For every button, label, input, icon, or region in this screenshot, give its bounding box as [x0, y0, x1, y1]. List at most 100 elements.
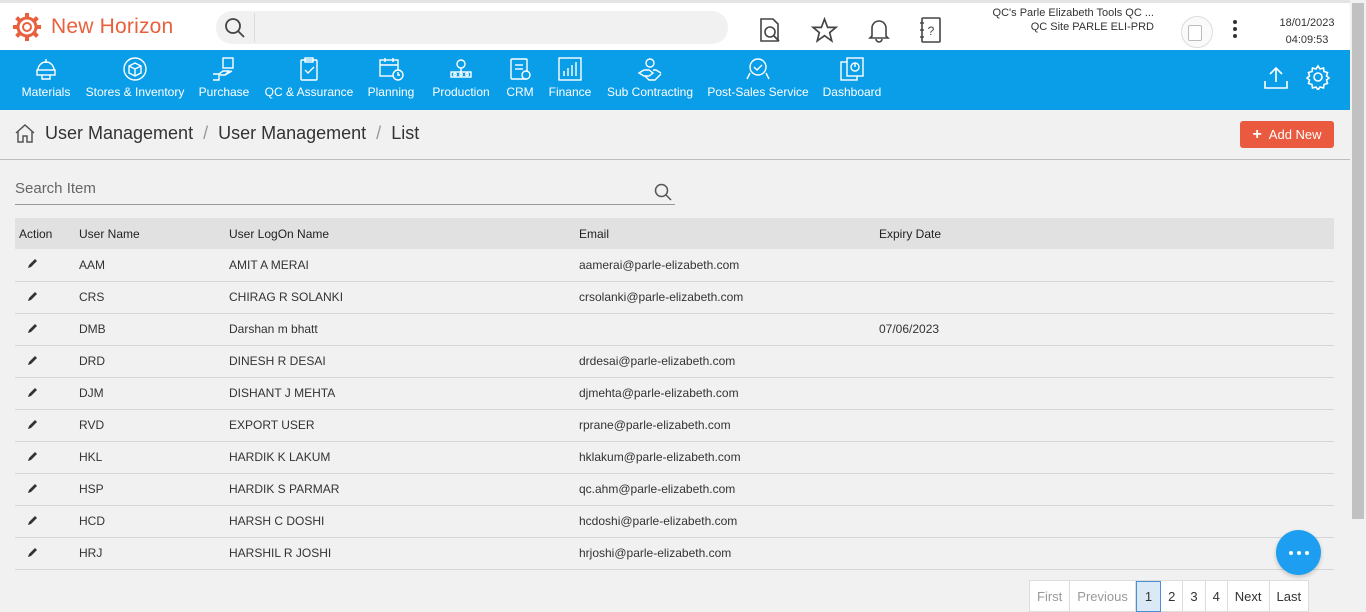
document-search-icon[interactable]	[757, 17, 783, 43]
table-header-row: Action User Name User LogOn Name Email E…	[15, 218, 1334, 249]
star-icon[interactable]	[811, 17, 838, 44]
nav-finance[interactable]: Finance	[548, 50, 592, 110]
search-separator	[254, 13, 255, 42]
nav-dashboard[interactable]: Dashboard	[823, 50, 881, 110]
table-row: HRJ HARSHIL R JOSHI hrjoshi@parle-elizab…	[15, 537, 1334, 569]
nav-sub-contracting[interactable]: Sub Contracting	[607, 50, 693, 110]
col-email[interactable]: Email	[575, 218, 875, 249]
cell-user-name: HCD	[79, 514, 105, 528]
edit-pencil-icon[interactable]	[27, 290, 39, 302]
cell-expiry-date	[875, 345, 1334, 377]
page-scrollbar[interactable]	[1350, 0, 1366, 612]
search-icon[interactable]	[224, 17, 246, 39]
search-icon[interactable]	[654, 183, 672, 201]
page-last[interactable]: Last	[1270, 581, 1309, 612]
page-previous[interactable]: Previous	[1070, 581, 1136, 612]
cell-logon-name: EXPORT USER	[229, 418, 315, 432]
nav-production[interactable]: Production	[431, 50, 491, 110]
edit-pencil-icon[interactable]	[27, 514, 39, 526]
search-item-field[interactable]	[15, 180, 675, 205]
table-body: AAM AMIT A MERAI aamerai@parle-elizabeth…	[15, 249, 1334, 569]
cell-logon-name: DINESH R DESAI	[229, 354, 326, 368]
nav-planning[interactable]: Planning	[367, 50, 415, 110]
dashboard-icon	[840, 57, 864, 81]
more-options-icon[interactable]	[1233, 20, 1237, 41]
settings-icon[interactable]	[1305, 64, 1331, 90]
add-new-label: Add New	[1268, 127, 1322, 142]
chat-button[interactable]	[1276, 530, 1321, 575]
cell-expiry-date	[875, 537, 1334, 569]
cell-user-name: DJM	[79, 386, 104, 400]
gear-logo-icon	[13, 13, 41, 41]
edit-pencil-icon[interactable]	[27, 418, 39, 430]
nav-materials[interactable]: Materials	[21, 50, 71, 110]
company-info: QC's Parle Elizabeth Tools QC ... QC Sit…	[993, 6, 1154, 34]
edit-pencil-icon[interactable]	[27, 386, 39, 398]
date-time: 18/01/2023 04:09:53	[1264, 15, 1350, 49]
page-4[interactable]: 4	[1206, 581, 1228, 612]
page-1[interactable]: 1	[1135, 581, 1162, 612]
nav-post-sales-service[interactable]: Post-Sales Service	[707, 50, 809, 110]
nav-purchase[interactable]: Purchase	[199, 50, 249, 110]
edit-pencil-icon[interactable]	[27, 482, 39, 494]
cell-logon-name: DISHANT J MEHTA	[229, 386, 336, 400]
cell-logon-name: AMIT A MERAI	[229, 257, 309, 272]
help-book-icon[interactable]: ?	[919, 17, 943, 44]
bell-icon[interactable]	[866, 17, 892, 43]
users-table: Action User Name User LogOn Name Email E…	[15, 218, 1334, 570]
cell-expiry-date	[875, 377, 1334, 409]
nav-stores-inventory[interactable]: Stores & Inventory	[86, 50, 184, 110]
cell-expiry-date	[875, 249, 1334, 281]
breadcrumb: User Management / User Management / List	[14, 122, 419, 144]
nav-qc-assurance[interactable]: QC & Assurance	[265, 50, 353, 110]
page-first[interactable]: First	[1030, 581, 1071, 612]
cell-email: hrjoshi@parle-elizabeth.com	[579, 546, 732, 560]
page-2[interactable]: 2	[1161, 581, 1184, 612]
company-name: QC's Parle Elizabeth Tools QC ...	[992, 7, 1154, 19]
nav-crm[interactable]: CRM	[505, 50, 535, 110]
col-action[interactable]: Action	[15, 218, 75, 249]
home-icon[interactable]	[14, 122, 36, 144]
site-name: QC Site PARLE ELI-PRD	[1030, 21, 1154, 33]
cell-user-name: RVD	[79, 418, 105, 432]
pagination: First Previous 1 2 3 4 Next Last	[1029, 580, 1310, 612]
qc-icon	[300, 57, 318, 81]
upload-icon[interactable]	[1263, 64, 1289, 90]
cell-expiry-date: 07/06/2023	[879, 322, 940, 336]
edit-pencil-icon[interactable]	[27, 257, 39, 269]
scrollbar-thumb[interactable]	[1352, 3, 1364, 519]
subcontracting-icon	[637, 58, 662, 81]
edit-pencil-icon[interactable]	[27, 450, 39, 462]
plus-icon: +	[1252, 125, 1262, 143]
table-row: DJM DISHANT J MEHTA djmehta@parle-elizab…	[15, 377, 1334, 409]
app-logo[interactable]: New Horizon	[12, 12, 173, 42]
finance-icon	[558, 57, 582, 81]
cell-user-name: AAM	[79, 257, 106, 272]
edit-pencil-icon[interactable]	[27, 322, 39, 334]
table-row: CRS CHIRAG R SOLANKI crsolanki@parle-eli…	[15, 281, 1334, 313]
table-row: AAM AMIT A MERAI aamerai@parle-elizabeth…	[15, 249, 1334, 281]
cell-expiry-date	[875, 505, 1334, 537]
planning-icon	[379, 58, 404, 81]
page-next[interactable]: Next	[1228, 581, 1270, 612]
header-divider	[0, 159, 1350, 160]
page-3[interactable]: 3	[1183, 581, 1206, 612]
edit-pencil-icon[interactable]	[27, 354, 39, 366]
user-avatar[interactable]	[1181, 16, 1213, 48]
global-search-box[interactable]	[216, 11, 728, 44]
col-logon-name[interactable]: User LogOn Name	[225, 218, 575, 249]
search-item-input[interactable]	[15, 180, 615, 197]
cell-user-name: DMB	[79, 322, 106, 336]
current-date: 18/01/2023	[1279, 17, 1335, 29]
breadcrumb-user-management[interactable]: User Management	[45, 123, 193, 144]
breadcrumb-user-management-sub[interactable]: User Management	[218, 123, 366, 144]
add-new-button[interactable]: + Add New	[1240, 121, 1334, 148]
crm-icon	[510, 58, 531, 80]
col-user-name[interactable]: User Name	[75, 218, 225, 249]
cell-expiry-date	[875, 473, 1334, 505]
cell-email: qc.ahm@parle-elizabeth.com	[579, 482, 736, 496]
col-expiry-date[interactable]: Expiry Date	[875, 218, 1334, 249]
breadcrumb-separator: /	[376, 122, 382, 143]
table-row: HSP HARDIK S PARMAR qc.ahm@parle-elizabe…	[15, 473, 1334, 505]
edit-pencil-icon[interactable]	[27, 546, 39, 558]
